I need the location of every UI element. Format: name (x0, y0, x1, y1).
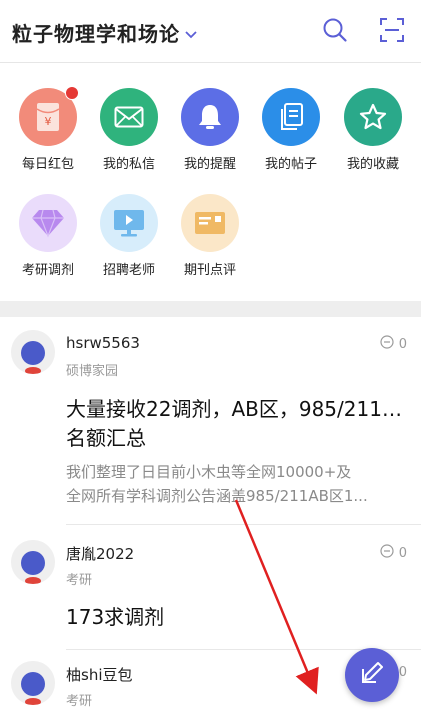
chevron-down-icon (185, 24, 197, 43)
divider (66, 524, 421, 525)
avatar[interactable] (11, 661, 55, 705)
post-category: 考研 (66, 694, 93, 709)
comment-icon (380, 335, 394, 353)
avatar[interactable] (11, 330, 55, 374)
edit-icon (359, 660, 385, 690)
shortcut-my-favorites[interactable]: 我的收藏 (333, 88, 413, 172)
shortcut-recruit-teachers[interactable]: 招聘老师 (89, 194, 169, 278)
shortcut-label: 期刊点评 (183, 263, 236, 278)
screen-icon (100, 194, 158, 252)
top-bar: 粒子物理学和场论 (0, 0, 421, 63)
shortcut-my-reminders[interactable]: 我的提醒 (170, 88, 250, 172)
shortcut-my-messages[interactable]: 我的私信 (89, 88, 169, 172)
mail-icon (100, 88, 158, 146)
shortcut-label: 我的帖子 (264, 157, 317, 172)
post-author[interactable]: hsrw5563 (66, 334, 140, 352)
post-author[interactable]: 柚shi豆包 (66, 664, 133, 685)
forum-selector[interactable]: 粒子物理学和场论 (12, 18, 197, 47)
post-excerpt: 我们整理了日目前小木虫等全网10000+及 全网所有学科调剂公告涵盖985/21… (66, 460, 411, 508)
shortcut-label: 每日红包 (21, 157, 74, 172)
avatar[interactable] (11, 540, 55, 584)
reply-count: 0 (380, 335, 407, 353)
shortcut-label: 我的提醒 (183, 157, 236, 172)
svg-text:¥: ¥ (45, 115, 52, 128)
notification-badge (65, 86, 79, 100)
section-separator (0, 301, 421, 317)
post-title-line: 名额汇总 (66, 426, 146, 450)
reply-count-value: 0 (398, 336, 407, 352)
reply-count: 0 (380, 544, 407, 562)
diamond-icon (19, 194, 77, 252)
shortcut-label: 招聘老师 (102, 263, 155, 278)
comment-icon (380, 544, 394, 562)
shortcut-journal-reviews[interactable]: 期刊点评 (170, 194, 250, 278)
reply-count: 0 (399, 665, 407, 680)
compose-button[interactable] (345, 648, 399, 702)
shortcut-label: 我的收藏 (346, 157, 399, 172)
page-title: 粒子物理学和场论 (12, 22, 180, 46)
star-icon (344, 88, 402, 146)
shortcut-label: 我的私信 (102, 157, 155, 172)
envelope-icon (181, 194, 239, 252)
reply-count-value: 0 (398, 545, 407, 561)
bell-icon (181, 88, 239, 146)
red-packet-icon: ¥ (19, 86, 79, 146)
post-excerpt-line: 全网所有学科调剂公告涵盖985/211AB区1... (66, 487, 368, 505)
posts-icon (262, 88, 320, 146)
scan-icon[interactable] (379, 17, 405, 43)
shortcut-my-posts[interactable]: 我的帖子 (251, 88, 331, 172)
post-title-line: 大量接收22调剂，AB区，985/211调剂 (66, 397, 411, 421)
reply-count-value: 0 (398, 665, 407, 680)
shortcut-kaoyan-adjustment[interactable]: 考研调剂 (8, 194, 88, 278)
post-category: 考研 (66, 573, 93, 588)
shortcut-label: 考研调剂 (21, 263, 74, 278)
shortcut-daily-red-packet[interactable]: ¥ 每日红包 (8, 86, 88, 172)
post-category: 硕博家园 (66, 364, 119, 379)
search-icon[interactable] (322, 17, 348, 43)
post-author[interactable]: 唐胤2022 (66, 543, 134, 564)
post-excerpt-line: 我们整理了日目前小木虫等全网10000+及 (66, 463, 352, 481)
post-title[interactable]: 大量接收22调剂，AB区，985/211调剂 名额汇总 (66, 395, 411, 453)
post-title[interactable]: 173求调剂 (66, 603, 411, 632)
